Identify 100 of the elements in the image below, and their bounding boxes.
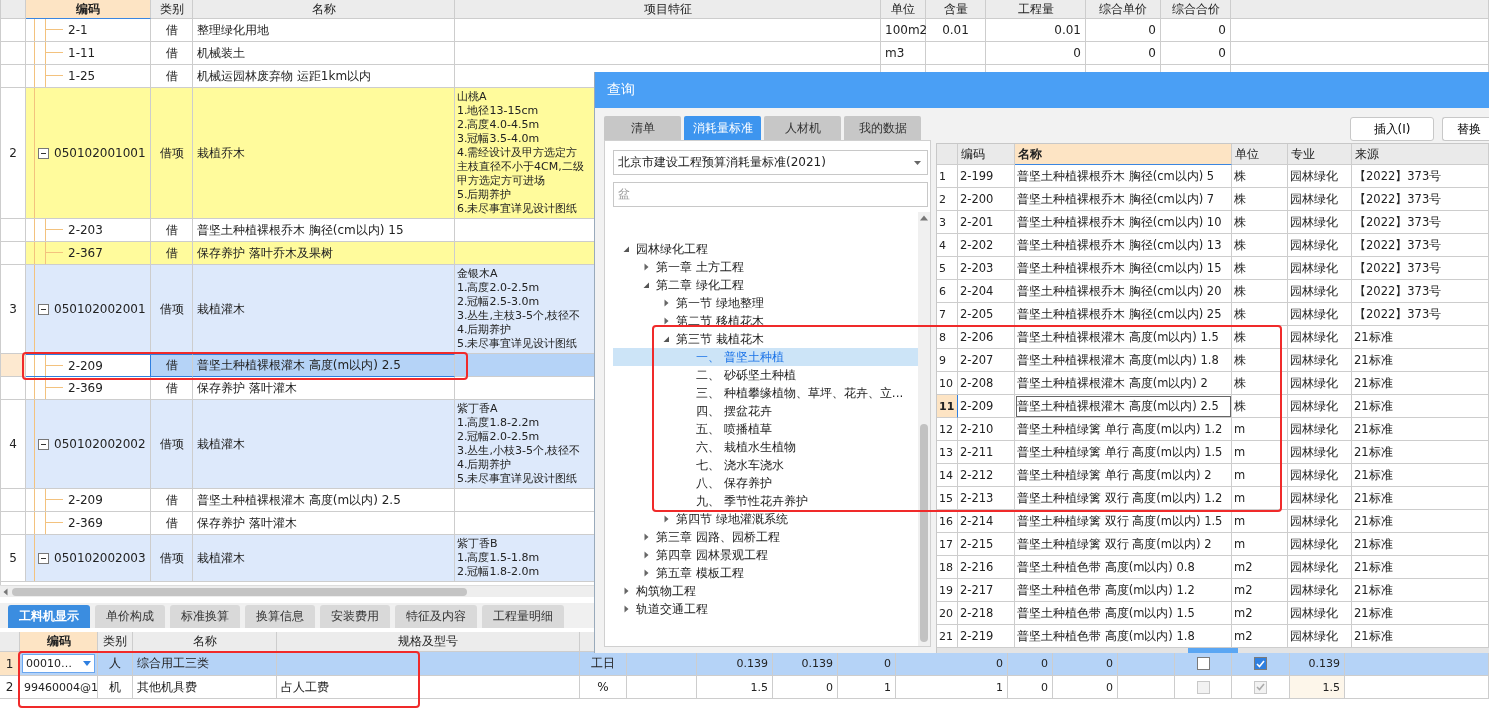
table-cell: 园林绿化 [1288,602,1352,625]
table-cell: 【2022】373号 [1352,303,1489,326]
table-cell: 保存养护 落叶灌木 [193,512,455,535]
table-cell: 2-369 [26,512,151,535]
table-cell: 普坚土种植裸根乔木 胸径(cm以内) 10 [1015,211,1232,234]
table-cell: 普坚土种植绿篱 双行 高度(m以内) 2 [1015,533,1232,556]
feature-line: 山桃A [457,90,487,104]
table-cell: 100m2 [881,19,926,42]
table-cell: 1 [838,676,896,699]
table-cell: m2 [1232,579,1288,602]
table-cell: 21标准 [1352,487,1489,510]
table-cell: 0 [986,42,1086,65]
feature-line: 1.高度1.5-1.8m [457,551,540,565]
table-cell: 园林绿化 [1288,487,1352,510]
table-cell: 株 [1232,234,1288,257]
table-cell: 园林绿化 [1288,395,1352,418]
table-cell: 工日 [580,652,627,676]
feature-line: 3.丛生,主枝3-5个,枝径不 [457,309,581,323]
table-cell: 21标准 [1352,533,1489,556]
table-cell: 21标准 [1352,464,1489,487]
table-cell: 2-214 [958,510,1015,533]
table-cell: 借 [151,42,193,65]
table-cell: 借 [151,19,193,42]
table-cell: 21标准 [1352,349,1489,372]
table-cell: 2-209 [26,489,151,512]
row-number: 2 [1,88,26,219]
table-cell: 2-212 [958,464,1015,487]
table-cell: 园林绿化 [1288,326,1352,349]
table-cell: 株 [1232,303,1288,326]
table-cell: 0.139 [773,652,838,676]
feature-line: 4.后期养护 [457,323,512,337]
table-cell: 1.5 [1290,676,1345,699]
table-cell: 园林绿化 [1288,441,1352,464]
table-cell: % [580,676,627,699]
table-cell: 0 [773,676,838,699]
table-cell: m3 [881,42,926,65]
table-cell: 0 [1161,19,1231,42]
table-cell: 0 [1161,42,1231,65]
table-cell: 普坚土种植裸根乔木 胸径(cm以内) 13 [1015,234,1232,257]
table-cell: 占人工费 [277,676,580,699]
table-cell: 园林绿化 [1288,579,1352,602]
table-cell: 1-25 [26,65,151,88]
table-cell: 普坚土种植裸根灌木 高度(m以内) 2 [1015,372,1232,395]
table-cell: 园林绿化 [1288,257,1352,280]
table-cell: 园林绿化 [1288,372,1352,395]
table-cell: 【2022】373号 [1352,257,1489,280]
table-cell: 普坚土种植色带 高度(m以内) 1.2 [1015,579,1232,602]
row-number: 2 [937,188,958,211]
table-cell: 2-218 [958,602,1015,625]
table-cell: 其他机具费 [133,676,277,699]
table-cell: 普坚土种植绿篱 单行 高度(m以内) 2 [1015,464,1232,487]
table-cell: 0.01 [926,19,986,42]
feature-line: 5.后期养护 [457,188,512,202]
table-cell: 050102002001 [26,265,151,354]
table-cell: 050102002002 [26,400,151,489]
row-number: 1 [0,652,20,676]
table-cell: 借项 [151,88,193,219]
table-cell: 园林绿化 [1288,165,1352,188]
table-cell: 普坚土种植裸根灌木 高度(m以内) 2.5 [193,489,455,512]
table-cell: 株 [1232,349,1288,372]
feature-line: 紫丁香B [457,537,498,551]
row-number: 4 [937,234,958,257]
table-cell: 【2022】373号 [1352,211,1489,234]
table-cell: 普坚土种植裸根灌木 高度(m以内) 2.5 [1015,395,1232,418]
row-number: 15 [937,487,958,510]
table-cell: 借项 [151,535,193,582]
row-number: 8 [937,326,958,349]
table-cell: 保存养护 落叶乔木及果树 [193,242,455,265]
table-cell: 普坚土种植裸根灌木 高度(m以内) 1.8 [1015,349,1232,372]
table-cell: 0.139 [1290,652,1345,676]
row-number: 10 [937,372,958,395]
table-cell: 借 [151,242,193,265]
table-cell: 050102002003 [26,535,151,582]
row-number: 4 [1,400,26,489]
table-cell: 园林绿化 [1288,533,1352,556]
table-cell: 机 [98,676,133,699]
table-cell: 2-204 [958,280,1015,303]
feature-line: 4.后期养护 [457,458,512,472]
row-number: 7 [937,303,958,326]
feature-line: 3.丛生,小枝3-5个,枝径不 [457,444,581,458]
row-number: 3 [937,211,958,234]
table-cell: 【2022】373号 [1352,165,1489,188]
table-cell: 借 [151,219,193,242]
table-cell: m [1232,418,1288,441]
table-cell: 园林绿化 [1288,234,1352,257]
table-cell: 21标准 [1352,395,1489,418]
table-cell: 2-203 [958,257,1015,280]
table-cell: 普坚土种植裸根乔木 胸径(cm以内) 7 [1015,188,1232,211]
table-cell: 2-201 [958,211,1015,234]
table-cell: 普坚土种植裸根乔木 胸径(cm以内) 5 [1015,165,1232,188]
table-cell: 99460004@1 [20,676,98,699]
table-cell: 2-213 [958,487,1015,510]
row-number: 19 [937,579,958,602]
row-number: 21 [937,625,958,648]
row-number: 3 [1,265,26,354]
table-cell: m [1232,487,1288,510]
table-cell: 050102001001 [26,88,151,219]
table-cell: 借项 [151,265,193,354]
table-cell: 0 [1008,676,1053,699]
table-cell: 借 [151,65,193,88]
